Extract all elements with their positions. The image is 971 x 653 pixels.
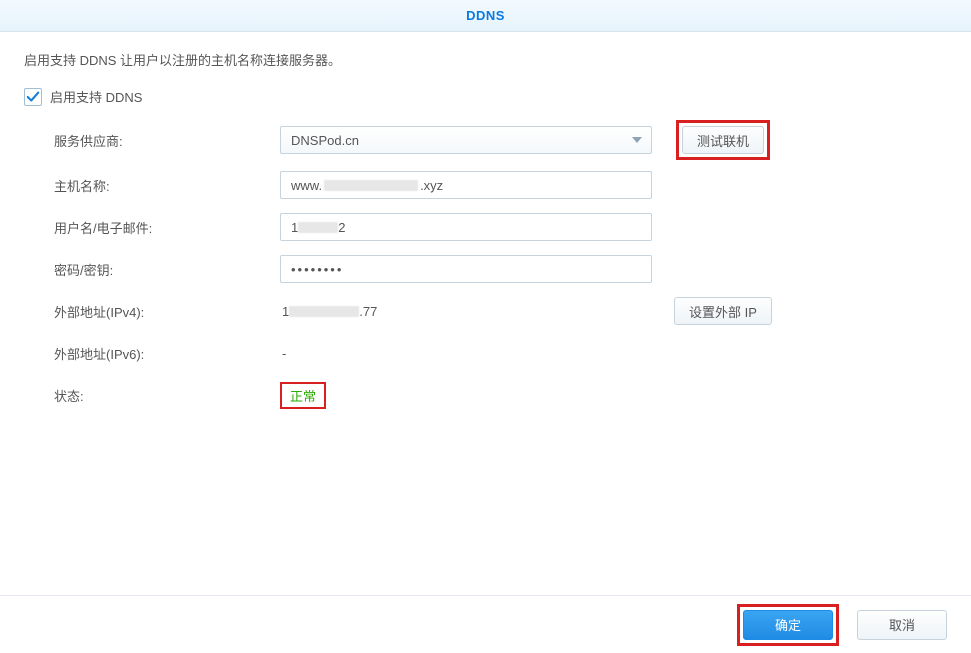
dialog-content: 启用支持 DDNS 让用户以注册的主机名称连接服务器。 启用支持 DDNS 服务… [0, 32, 971, 412]
status-value: 正常 [290, 389, 316, 404]
username-input[interactable]: 1 2 [280, 213, 652, 241]
username-row: 用户名/电子邮件: 1 2 [54, 210, 947, 244]
form-area: 服务供应商: DNSPod.cn 测试联机 主机名称: www. .xyz 用户… [24, 120, 947, 412]
password-label: 密码/密钥: [54, 260, 280, 279]
password-value: •••••••• [291, 262, 343, 277]
status-row: 状态: 正常 [54, 378, 947, 412]
username-label: 用户名/电子邮件: [54, 218, 280, 237]
provider-label: 服务供应商: [54, 131, 280, 150]
ipv6-label: 外部地址(IPv6): [54, 344, 280, 363]
password-input[interactable]: •••••••• [280, 255, 652, 283]
dialog-header: DDNS [0, 0, 971, 32]
username-redacted [298, 222, 338, 233]
check-icon [26, 90, 40, 104]
username-prefix: 1 [291, 220, 298, 235]
test-connection-highlight: 测试联机 [676, 120, 770, 160]
dialog-footer: 确定 取消 [0, 595, 971, 653]
enable-ddns-checkbox[interactable] [24, 88, 42, 106]
provider-value: DNSPod.cn [291, 133, 359, 148]
ipv4-row: 外部地址(IPv4): 1 .77 设置外部 IP [54, 294, 947, 328]
enable-ddns-label: 启用支持 DDNS [50, 87, 142, 106]
confirm-highlight: 确定 [737, 604, 839, 646]
confirm-button[interactable]: 确定 [743, 610, 833, 640]
description-text: 启用支持 DDNS 让用户以注册的主机名称连接服务器。 [24, 50, 947, 69]
status-highlight: 正常 [280, 382, 326, 409]
cancel-button[interactable]: 取消 [857, 610, 947, 640]
hostname-row: 主机名称: www. .xyz [54, 168, 947, 202]
enable-ddns-row: 启用支持 DDNS [24, 87, 947, 106]
ipv4-value: 1 .77 [280, 304, 377, 319]
ipv4-redacted [289, 306, 359, 317]
ipv6-value: - [280, 346, 286, 361]
password-row: 密码/密钥: •••••••• [54, 252, 947, 286]
hostname-label: 主机名称: [54, 176, 280, 195]
set-external-ip-button[interactable]: 设置外部 IP [674, 297, 772, 325]
hostname-prefix: www. [291, 178, 322, 193]
dialog-title: DDNS [466, 8, 505, 23]
status-label: 状态: [54, 386, 280, 405]
hostname-redacted [324, 180, 418, 191]
ipv4-suffix: .77 [359, 304, 377, 319]
ipv6-row: 外部地址(IPv6): - [54, 336, 947, 370]
hostname-suffix: .xyz [420, 178, 443, 193]
test-connection-button[interactable]: 测试联机 [682, 126, 764, 154]
provider-row: 服务供应商: DNSPod.cn 测试联机 [54, 120, 947, 160]
ipv4-label: 外部地址(IPv4): [54, 302, 280, 321]
provider-dropdown[interactable]: DNSPod.cn [280, 126, 652, 154]
hostname-input[interactable]: www. .xyz [280, 171, 652, 199]
username-suffix: 2 [338, 220, 345, 235]
ipv4-prefix: 1 [282, 304, 289, 319]
